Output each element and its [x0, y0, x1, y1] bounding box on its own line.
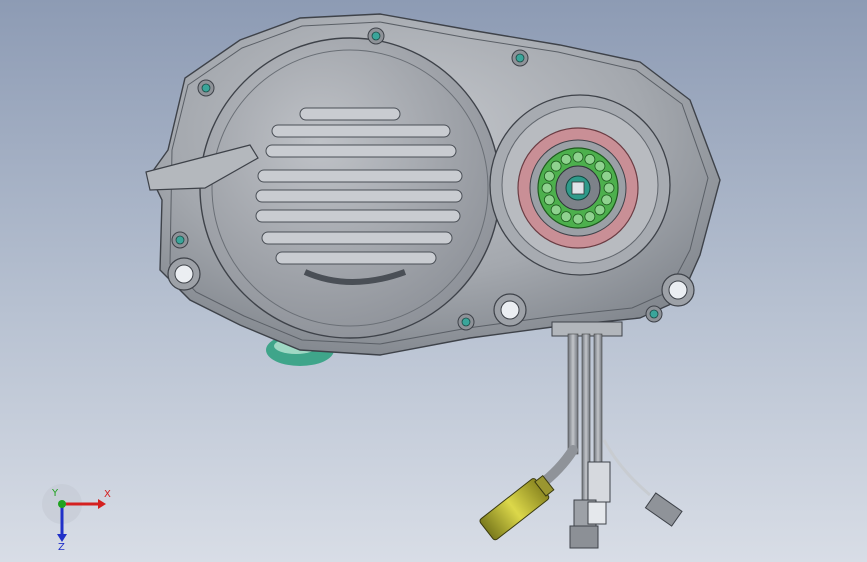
bolt-head: [649, 309, 659, 319]
bearing-ball: [594, 160, 606, 172]
axis-triad: X Y Z: [42, 484, 111, 550]
bolt-head: [371, 31, 381, 41]
bearing-ball: [541, 182, 553, 194]
cooling-fin: [271, 124, 451, 138]
cooling-fin: [255, 189, 463, 203]
y-axis-label: Y: [51, 488, 59, 499]
cad-viewport[interactable]: X Y Z: [0, 0, 867, 562]
bearing-ball: [603, 182, 615, 194]
bearing-ball: [584, 211, 596, 223]
cooling-fin: [299, 107, 401, 121]
bearing-ball: [543, 170, 555, 182]
bearing-ball: [550, 160, 562, 172]
cooling-fin: [275, 251, 437, 265]
cooling-fin: [261, 231, 453, 245]
z-axis-label: Z: [58, 542, 65, 550]
bearing-ball: [550, 204, 562, 216]
bearing-ball: [560, 211, 572, 223]
motor-model[interactable]: [0, 0, 867, 562]
bearing-ball: [584, 153, 596, 165]
fan-cover: [199, 37, 501, 339]
x-axis-label: X: [104, 489, 111, 500]
bolt-head: [515, 53, 525, 63]
bearing-ball: [572, 151, 584, 163]
bolt-head: [201, 83, 211, 93]
bearing-ball: [594, 204, 606, 216]
cooling-fin: [257, 169, 463, 183]
bolt-head: [175, 235, 185, 245]
crank-boss: [489, 94, 671, 276]
yellow-connector: [479, 474, 555, 541]
bearing-ball: [572, 213, 584, 225]
cooling-fin: [265, 144, 457, 158]
bearing-ball: [601, 170, 613, 182]
bearing-ball: [543, 194, 555, 206]
cooling-fin: [255, 209, 461, 223]
bearing-ball: [560, 153, 572, 165]
bolt-head: [461, 317, 471, 327]
cooling-fins: [255, 107, 463, 285]
bearing-ball: [601, 194, 613, 206]
